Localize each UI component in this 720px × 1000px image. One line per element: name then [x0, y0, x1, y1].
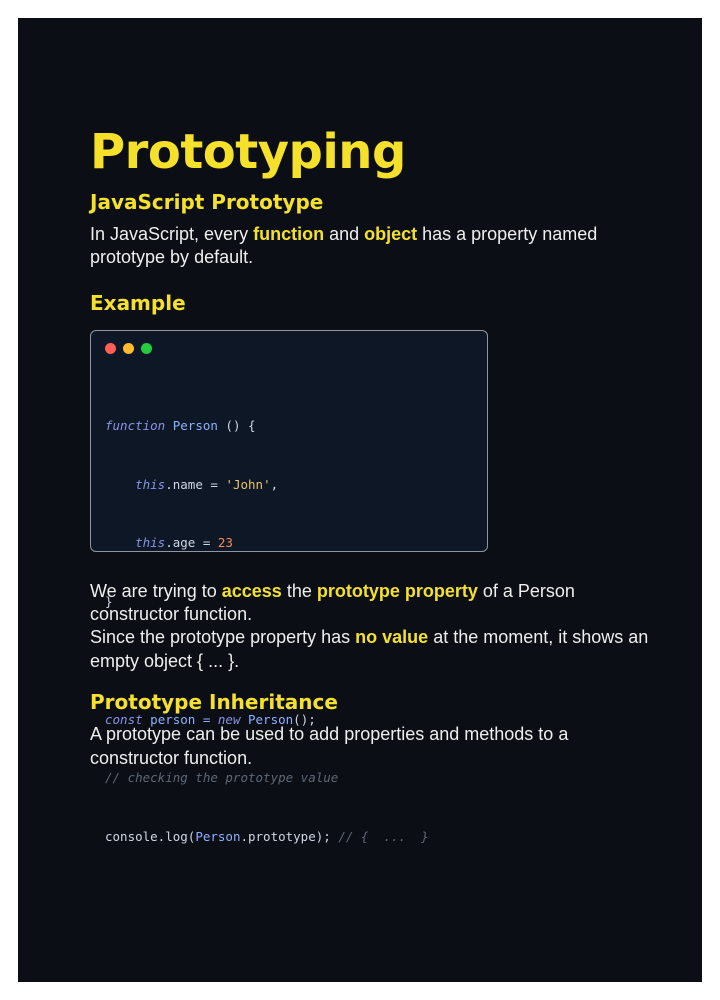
close-dot-icon	[105, 342, 116, 354]
content: Prototyping JavaScript Prototype In Java…	[90, 124, 650, 844]
maximize-dot-icon	[141, 342, 152, 354]
code-keyword: this	[105, 535, 166, 551]
code-keyword: const	[105, 711, 143, 727]
code-identifier: Person	[165, 417, 218, 433]
code-line-6: const person = new Person();	[105, 710, 429, 730]
code-text: .prototype);	[240, 829, 339, 845]
code-line-8: console.log(Person.prototype); // { ... …	[105, 827, 429, 847]
intro-text-b: and	[324, 223, 365, 244]
code-text: }	[105, 594, 113, 610]
code-identifier: Person	[240, 711, 294, 727]
code-text: console.log(	[105, 829, 196, 845]
code-line-3: this.age = 23	[105, 533, 429, 553]
intro-text-a: In JavaScript, every	[90, 223, 254, 244]
code-keyword: new	[217, 711, 241, 727]
code-keyword: function	[105, 417, 166, 433]
code-text: () {	[217, 417, 256, 433]
code-number: 23	[217, 535, 233, 551]
minimize-dot-icon	[123, 342, 134, 354]
code-line-1: function Person () {	[105, 416, 429, 436]
code-line-4: }	[105, 592, 429, 612]
code-identifier: person =	[142, 711, 218, 727]
window-controls	[105, 342, 152, 354]
code-text: .name =	[165, 476, 226, 492]
highlight-function: function	[253, 223, 325, 244]
code-comment: // { ... }	[338, 829, 429, 845]
code-line-7: // checking the prototype value	[105, 768, 429, 788]
code-block: function Person () { this.name = 'John',…	[105, 377, 429, 886]
section-heading-example: Example	[90, 290, 186, 315]
code-comment: // checking the prototype value	[105, 770, 339, 786]
section-heading-javascript-prototype: JavaScript Prototype	[90, 189, 324, 214]
document-page: Prototyping JavaScript Prototype In Java…	[18, 18, 702, 982]
code-text: .age =	[165, 535, 218, 551]
code-text: ,	[270, 476, 279, 492]
code-keyword: this	[105, 476, 166, 492]
code-line-2: this.name = 'John',	[105, 475, 429, 495]
intro-paragraph: In JavaScript, every function and object…	[90, 223, 650, 270]
code-identifier: Person	[195, 829, 241, 845]
page-title: Prototyping	[90, 124, 406, 180]
code-text: ();	[293, 711, 316, 727]
code-string: 'John'	[225, 476, 271, 492]
code-window: function Person () { this.name = 'John',…	[90, 329, 488, 844]
highlight-object: object	[364, 223, 418, 244]
